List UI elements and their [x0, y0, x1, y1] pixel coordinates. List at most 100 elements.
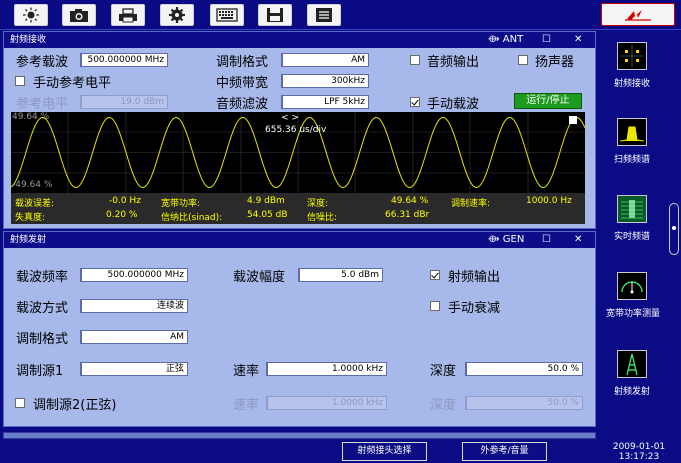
- realtime-spectrum-icon: [617, 195, 647, 223]
- ant-label: ANT: [502, 34, 524, 45]
- scope-y-top: 49.64 %: [12, 112, 50, 122]
- close-button[interactable]: ✕: [574, 232, 582, 248]
- ref-carrier-label: 参考载波: [16, 55, 69, 70]
- waveform-display: 49.64 % -49.64 % < > 655.36 us/div: [11, 112, 585, 193]
- document-button[interactable]: [307, 4, 341, 26]
- camera-icon: [70, 8, 88, 22]
- ref-level-label: 参考电平: [16, 97, 69, 112]
- brightness-button[interactable]: [14, 4, 48, 26]
- carrier-amp-field[interactable]: 5.0 dBm: [298, 268, 383, 282]
- snr-label: 信噪比:: [307, 213, 338, 223]
- rate1-field[interactable]: 1.0000 kHz: [266, 362, 387, 376]
- gear-icon: [169, 7, 185, 23]
- maximize-button[interactable]: ☐: [542, 32, 551, 48]
- mod-format-field[interactable]: AM: [281, 53, 369, 67]
- depth2-label: 深度: [430, 398, 457, 413]
- scope-timebase: 655.36 us/div: [265, 125, 327, 135]
- mod-format-label: 调制格式: [216, 55, 269, 70]
- side-navigation: 射频接收 扫频频谱 实时频谱 宽带功率测量 射频发射: [596, 30, 681, 430]
- keyboard-button[interactable]: [210, 4, 244, 26]
- rate1-label: 速率: [233, 364, 260, 379]
- snr-value: 66.31 dBr: [385, 210, 430, 220]
- wideband-power-value: 4.9 dBm: [247, 196, 285, 206]
- carrier-mode-field[interactable]: 连续波: [80, 299, 188, 313]
- manual-atten-checkbox[interactable]: [430, 301, 440, 311]
- nav-label: 射频接收: [613, 79, 650, 89]
- scope-corner-marker[interactable]: [569, 116, 577, 124]
- save-button[interactable]: [258, 4, 292, 26]
- ref-carrier-field[interactable]: 500.000000 MHz: [80, 53, 168, 67]
- settings-button[interactable]: [160, 4, 194, 26]
- bottom-bar: 射频接头选择 外参考/音量 2009-01-01 13:17:23: [0, 430, 681, 463]
- manual-atten-label: 手动衰减: [448, 301, 501, 316]
- sinad-value: 54.05 dB: [247, 210, 288, 220]
- gen-selector[interactable]: ⟴ GEN: [488, 232, 524, 248]
- depth-value: 49.64 %: [391, 196, 429, 206]
- maximize-button[interactable]: ☐: [542, 232, 551, 248]
- mod-source1-field[interactable]: 正弦: [80, 362, 188, 376]
- ext-ref-volume-button[interactable]: 外参考/音量: [462, 442, 547, 461]
- side-scroll-handle[interactable]: [669, 203, 679, 255]
- carrier-error-value: -0.0 Hz: [109, 196, 141, 206]
- horizontal-scrollbar[interactable]: [3, 432, 596, 439]
- print-button[interactable]: [111, 4, 145, 26]
- distortion-label: 失真度:: [15, 213, 46, 223]
- carrier-mode-label: 载波方式: [16, 301, 69, 316]
- scope-nav-arrows[interactable]: < >: [281, 113, 299, 123]
- rf-output-checkbox[interactable]: [430, 270, 440, 280]
- time-text: 13:17:23: [618, 452, 660, 462]
- speaker-label: 扬声器: [535, 55, 575, 70]
- document-icon: [316, 8, 332, 22]
- nav-sweep-spectrum[interactable]: 扫频频谱: [596, 118, 681, 188]
- rf-output-label: 射频输出: [448, 270, 501, 285]
- printer-icon: [119, 7, 137, 22]
- mod-source1-label: 调制源1: [16, 364, 64, 379]
- depth-label: 深度:: [307, 199, 329, 209]
- tx-mod-format-label: 调制格式: [16, 332, 69, 347]
- if-bandwidth-field[interactable]: 300kHz: [281, 74, 369, 88]
- depth1-field[interactable]: 50.0 %: [465, 362, 583, 376]
- measurement-readout: 载波误差: -0.0 Hz 宽带功率: 4.9 dBm 深度: 49.64 % …: [11, 193, 585, 224]
- carrier-freq-label: 载波频率: [16, 270, 69, 285]
- audio-output-label: 音频输出: [427, 55, 480, 70]
- audio-filter-label: 音频滤波: [216, 97, 269, 112]
- nav-rf-transmit[interactable]: 射频发射: [596, 350, 681, 420]
- camera-button[interactable]: [62, 4, 96, 26]
- depth1-label: 深度: [430, 364, 457, 379]
- scope-y-bottom: -49.64 %: [12, 180, 53, 190]
- panel-title: 射频接收: [10, 35, 47, 45]
- ref-level-field: 19.0 dBm: [80, 95, 168, 109]
- nav-rf-receive[interactable]: 射频接收: [596, 42, 681, 112]
- lightning-logo-icon: [625, 9, 651, 21]
- ant-selector[interactable]: ⟴ ANT: [488, 32, 523, 48]
- datetime: 2009-01-01 13:17:23: [608, 442, 670, 462]
- rf-connector-select-button[interactable]: 射频接头选择: [342, 442, 427, 461]
- scroll-dot: [672, 226, 676, 230]
- tx-mod-format-field[interactable]: AM: [80, 330, 188, 344]
- if-bandwidth-label: 中频带宽: [216, 76, 269, 91]
- save-icon: [267, 8, 283, 22]
- audio-filter-field[interactable]: LPF 5kHz: [281, 95, 369, 109]
- run-stop-button[interactable]: 运行/停止: [514, 93, 582, 109]
- keyboard-icon: [216, 8, 238, 22]
- grid-icon: [617, 42, 647, 70]
- manual-ref-level-checkbox[interactable]: [15, 76, 25, 86]
- rate2-field: 1.0000 kHz: [266, 396, 387, 410]
- carrier-freq-field[interactable]: 500.000000 MHz: [80, 268, 188, 282]
- nav-label: 宽带功率测量: [605, 309, 660, 319]
- app-window: 射频接收 ⟴ ANT ☐ ✕ 参考载波 500.000000 MHz 调制格式 …: [0, 0, 681, 463]
- close-button[interactable]: ✕: [574, 32, 582, 48]
- wideband-power-label: 宽带功率:: [161, 199, 201, 209]
- manual-ref-level-label: 手动参考电平: [33, 76, 112, 91]
- audio-output-checkbox[interactable]: [410, 55, 420, 65]
- nav-label: 扫频频谱: [613, 155, 650, 165]
- antenna-icon: [617, 350, 647, 378]
- nav-wideband-power[interactable]: 宽带功率测量: [596, 272, 681, 342]
- brightness-icon: [23, 7, 39, 23]
- speaker-checkbox[interactable]: [518, 55, 528, 65]
- spectrum-icon: [617, 118, 647, 146]
- manual-carrier-checkbox[interactable]: [410, 97, 420, 107]
- mod-source2-checkbox[interactable]: [15, 398, 25, 408]
- distortion-value: 0.20 %: [106, 210, 138, 220]
- rate2-label: 速率: [233, 398, 260, 413]
